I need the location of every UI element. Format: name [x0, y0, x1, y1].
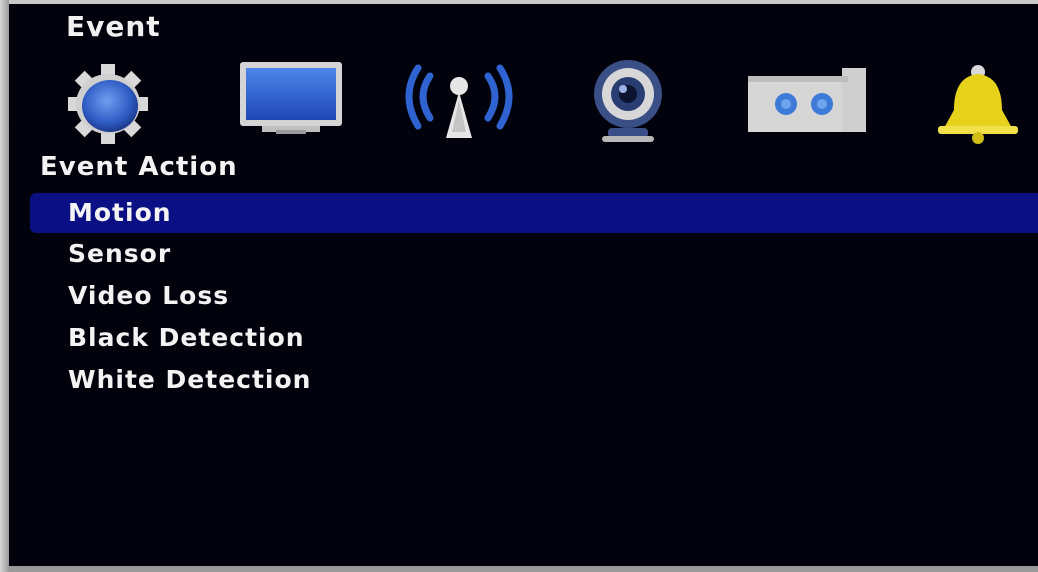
menu-item-white-detection[interactable]: White Detection — [30, 359, 1038, 401]
settings-category[interactable] — [52, 58, 172, 148]
menu-item-label: Black Detection — [68, 323, 305, 352]
recorder-icon — [748, 68, 866, 132]
menu-item-sensor[interactable]: Sensor — [30, 233, 1038, 275]
display-category[interactable] — [232, 58, 352, 148]
menu-item-black-detection[interactable]: Black Detection — [30, 317, 1038, 359]
menu-item-video-loss[interactable]: Video Loss — [30, 275, 1038, 317]
camera-category[interactable] — [572, 58, 692, 148]
camera-icon — [594, 60, 662, 142]
bell-icon — [938, 65, 1018, 144]
alarm-category[interactable] — [918, 58, 1038, 148]
category-icon-row — [0, 58, 1038, 148]
monitor-icon — [240, 62, 342, 134]
page-title: Event — [66, 10, 161, 43]
wireless-icon — [405, 64, 513, 138]
bottom-border — [9, 566, 1038, 572]
menu-item-label: Sensor — [68, 239, 172, 268]
menu-item-label: Video Loss — [68, 281, 230, 310]
menu-item-label: White Detection — [68, 365, 312, 394]
section-heading: Event Action — [40, 152, 238, 182]
record-category[interactable] — [746, 58, 866, 148]
dvr-menu-screen: Event Event Action Motion Sensor Video L… — [0, 0, 1038, 572]
gear-icon — [68, 64, 148, 144]
top-border — [9, 0, 1038, 4]
event-action-menu: Motion Sensor Video Loss Black Detection… — [30, 193, 1038, 401]
menu-item-label: Motion — [68, 198, 172, 227]
network-category[interactable] — [400, 58, 520, 148]
menu-item-motion[interactable]: Motion — [30, 193, 1038, 233]
